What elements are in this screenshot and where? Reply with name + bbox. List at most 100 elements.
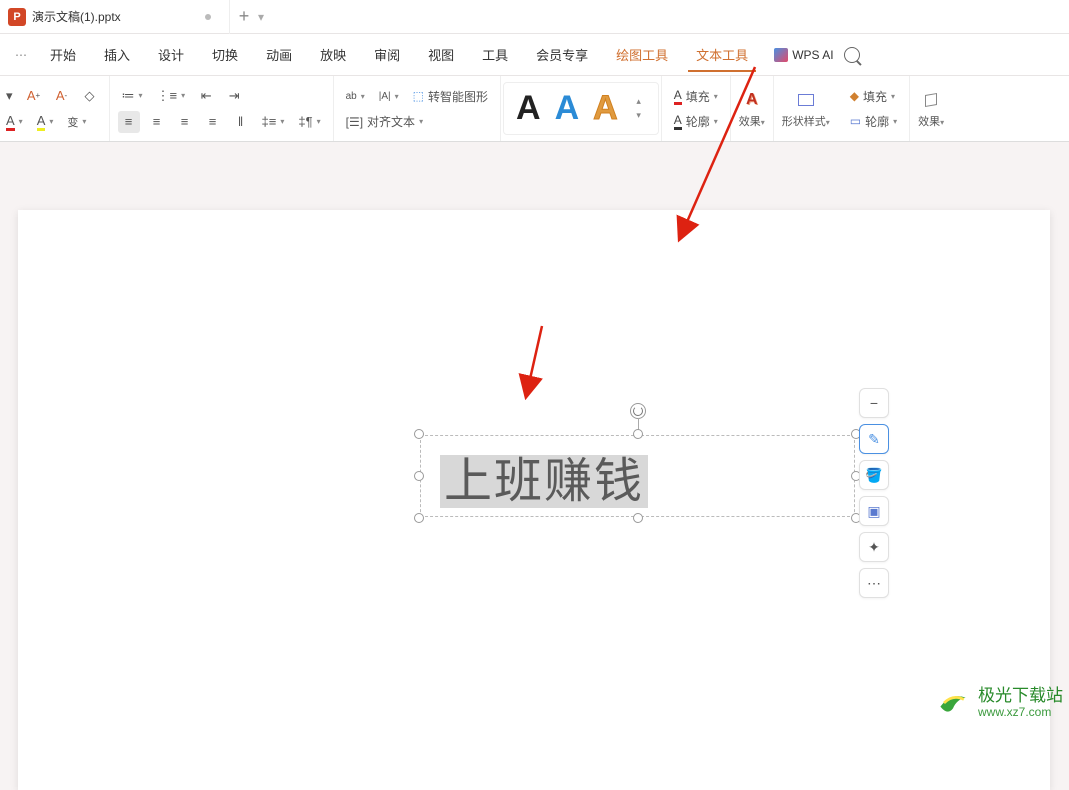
align-right-button[interactable]: ≡ <box>174 111 196 133</box>
align-justify-button[interactable]: ≡ <box>202 111 224 133</box>
shape-effects-icon <box>920 89 942 111</box>
ribbon-wordart-group: A A A ▴▾ <box>501 76 662 141</box>
resize-handle-b[interactable] <box>633 513 643 523</box>
indent-increase-button[interactable]: ⇥ <box>223 85 245 107</box>
wordart-gallery[interactable]: A A A ▴▾ <box>503 82 659 135</box>
ribbon: ▾ A+ A- ◇ A▾ A▾ 变▾ ≔▾ ⋮≡▾ ⇤ ⇥ ≡ ≡ ≡ ≡ ‖ … <box>0 76 1069 142</box>
font-grow-button[interactable]: A+ <box>23 85 45 107</box>
watermark: 极光下载站 www.xz7.com <box>934 685 1063 721</box>
menu-right-tools: WPS AI <box>774 47 859 63</box>
menu-vip[interactable]: 会员专享 <box>522 39 602 70</box>
menu-animation[interactable]: 动画 <box>252 39 306 70</box>
menu-design[interactable]: 设计 <box>144 39 198 70</box>
left-edge-clip: ⋯ <box>6 48 36 62</box>
slide[interactable]: 上班赚钱 <box>18 210 1050 790</box>
shape-fill-button[interactable]: ◆ 填充 ▾ <box>846 86 899 107</box>
shape-effects-button[interactable]: 效果▾ <box>910 76 952 141</box>
shape-style-icon <box>795 89 817 111</box>
tab-options-icon[interactable]: ▾ <box>258 10 278 24</box>
menu-slideshow[interactable]: 放映 <box>306 39 360 70</box>
bucket-button[interactable]: 🪣 <box>859 460 889 490</box>
shape-fill-label: 填充 <box>863 88 887 105</box>
unsaved-indicator-icon <box>205 14 211 20</box>
para-spacing-button[interactable]: ‡¶▾ <box>294 111 324 133</box>
shape-style-button[interactable]: 形状样式▾ <box>774 76 838 141</box>
menu-draw-tools[interactable]: 绘图工具 <box>602 39 682 70</box>
ribbon-paragraph-group: ≔▾ ⋮≡▾ ⇤ ⇥ ≡ ≡ ≡ ≡ ‖ ‡≡▾ ‡¶▾ <box>110 76 334 141</box>
wps-ai-logo-icon <box>774 48 788 62</box>
menu-start[interactable]: 开始 <box>36 39 90 70</box>
shape-effects-label: 效果 <box>918 116 940 128</box>
textbox-selection: 上班赚钱 <box>440 455 648 508</box>
more-button[interactable]: ⋯ <box>859 568 889 598</box>
textbox[interactable]: 上班赚钱 <box>420 435 855 517</box>
clipped-dropdown[interactable]: ▾ <box>2 85 17 107</box>
ribbon-textfill-group: A 填充 ▾ A 轮廓 ▾ <box>662 76 731 141</box>
text-outline-label: 轮廓 <box>686 113 710 130</box>
font-shrink-button[interactable]: A- <box>51 85 73 107</box>
text-effects-button[interactable]: A 效果▾ <box>731 76 773 141</box>
document-title: 演示文稿(1).pptx <box>32 8 199 25</box>
rotate-handle[interactable] <box>630 403 646 419</box>
menu-text-tools[interactable]: 文本工具 <box>682 39 762 70</box>
resize-handle-t[interactable] <box>633 429 643 439</box>
text-effects-icon: A <box>741 89 763 111</box>
ribbon-textdir-group: ab▾ |A|▾ ⬚ 转智能图形 [☰] 对齐文本 ▾ <box>334 76 501 141</box>
shape-outline-label: 轮廓 <box>865 113 889 130</box>
wordart-preset-blue[interactable]: A <box>555 89 580 128</box>
textbox-text[interactable]: 上班赚钱 <box>440 441 648 511</box>
align-text-button[interactable]: [☰] 对齐文本 ▾ <box>342 111 427 132</box>
font-color-button[interactable]: A▾ <box>2 111 27 133</box>
wordart-preset-black[interactable]: A <box>516 89 541 128</box>
convert-smart-button[interactable]: ⬚ 转智能图形 <box>409 86 492 107</box>
indent-decrease-button[interactable]: ⇤ <box>195 85 217 107</box>
search-icon[interactable] <box>844 47 860 63</box>
menu-insert[interactable]: 插入 <box>90 39 144 70</box>
highlight-button[interactable]: A▾ <box>33 111 58 133</box>
shape-style-label: 形状样式 <box>782 116 826 128</box>
zoom-out-button[interactable]: − <box>859 388 889 418</box>
menu-tools[interactable]: 工具 <box>468 39 522 70</box>
resize-handle-tl[interactable] <box>414 429 424 439</box>
sparkle-button[interactable]: ✦ <box>859 532 889 562</box>
text-outline-button[interactable]: A 轮廓 ▾ <box>670 111 722 132</box>
numbering-button[interactable]: ⋮≡▾ <box>153 85 190 107</box>
wps-ai-label: WPS AI <box>792 48 833 62</box>
char-scale-button[interactable]: |A|▾ <box>375 85 403 107</box>
pencil-button[interactable]: ✎ <box>859 424 889 454</box>
menu-bar: ⋯ 开始 插入 设计 切换 动画 放映 审阅 视图 工具 会员专享 绘图工具 文… <box>0 34 1069 76</box>
text-direction-button[interactable]: ab▾ <box>342 85 369 107</box>
ribbon-font-group: ▾ A+ A- ◇ A▾ A▾ 变▾ <box>0 76 110 141</box>
columns-button[interactable]: ‖ <box>230 111 252 133</box>
ribbon-shapefill-group: ◆ 填充 ▾ ▭ 轮廓 ▾ <box>838 76 910 141</box>
document-tab[interactable]: P 演示文稿(1).pptx <box>0 0 230 34</box>
wordart-preset-orange[interactable]: A <box>593 89 618 128</box>
align-center-button[interactable]: ≡ <box>146 111 168 133</box>
floating-tools: − ✎ 🪣 ▣ ✦ ⋯ <box>859 388 889 598</box>
shape-outline-button[interactable]: ▭ 轮廓 ▾ <box>846 111 901 132</box>
app-logo-icon: P <box>8 8 26 26</box>
resize-handle-l[interactable] <box>414 471 424 481</box>
bullets-button[interactable]: ≔▾ <box>118 85 147 107</box>
menu-view[interactable]: 视图 <box>414 39 468 70</box>
pinyin-button[interactable]: 变▾ <box>63 111 90 133</box>
new-tab-button[interactable]: + <box>230 6 258 27</box>
text-effects-label: 效果 <box>739 116 761 128</box>
wps-ai-button[interactable]: WPS AI <box>774 48 833 62</box>
menu-review[interactable]: 审阅 <box>360 39 414 70</box>
watermark-url: www.xz7.com <box>978 706 1063 719</box>
align-text-label: 对齐文本 <box>367 113 415 130</box>
align-left-button[interactable]: ≡ <box>118 111 140 133</box>
menu-transition[interactable]: 切换 <box>198 39 252 70</box>
watermark-sitename: 极光下载站 <box>978 687 1063 706</box>
tab-bar: P 演示文稿(1).pptx + ▾ <box>0 0 1069 34</box>
resize-handle-bl[interactable] <box>414 513 424 523</box>
wordart-more-button[interactable]: ▴▾ <box>632 96 646 121</box>
watermark-logo-icon <box>934 685 972 721</box>
text-fill-button[interactable]: A 填充 ▾ <box>670 86 722 107</box>
line-spacing-button[interactable]: ‡≡▾ <box>258 111 289 133</box>
shadow-button[interactable]: ▣ <box>859 496 889 526</box>
convert-smart-label: 转智能图形 <box>428 88 488 105</box>
clear-format-button[interactable]: ◇ <box>79 85 101 107</box>
canvas-area: 上班赚钱 <box>0 142 1069 725</box>
